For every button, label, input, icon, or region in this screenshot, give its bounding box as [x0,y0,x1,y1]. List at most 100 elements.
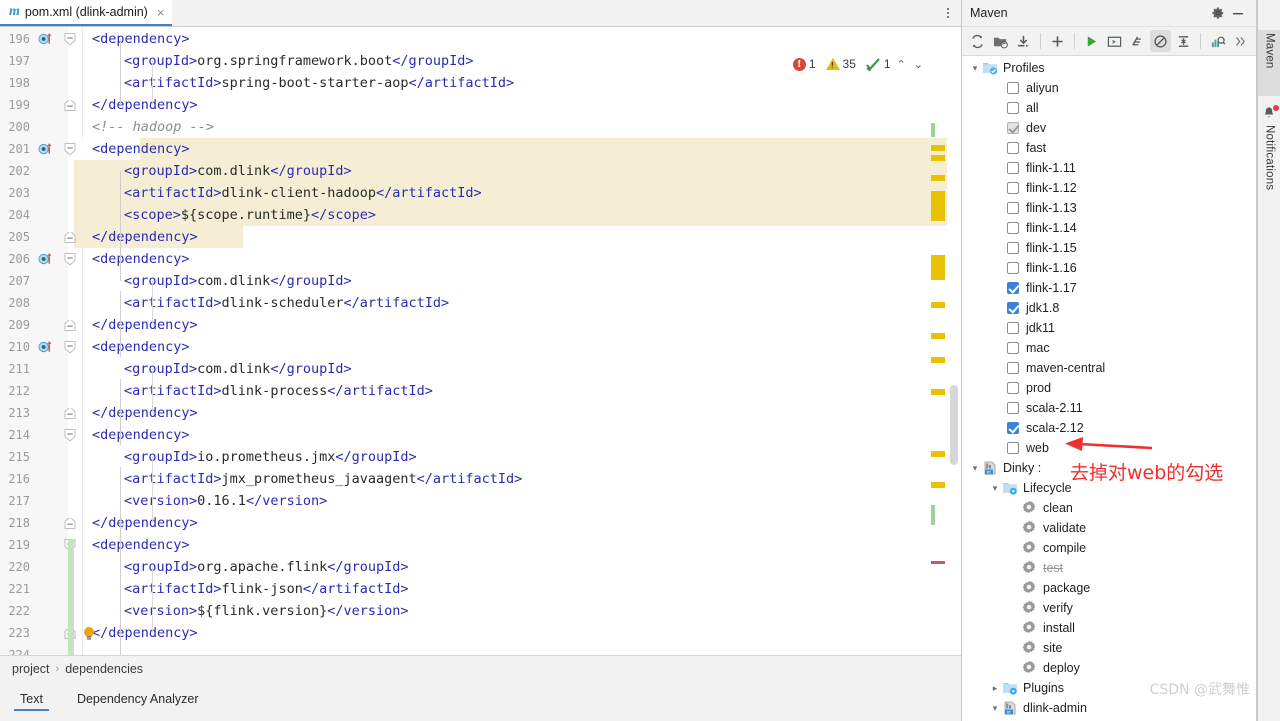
profile-checkbox-web[interactable] [1007,442,1019,454]
fold-collapse-icon[interactable] [64,33,76,45]
editor-options-kebab-icon[interactable] [947,0,949,26]
skip-tests-button[interactable] [1150,30,1171,52]
close-icon[interactable]: × [157,5,165,20]
profile-item-flink-1.17[interactable]: flink-1.17 [962,278,1256,298]
profile-checkbox-flink-1.17[interactable] [1007,282,1019,294]
stripe-marker[interactable] [931,175,945,181]
profile-checkbox-flink-1.14[interactable] [1007,222,1019,234]
profile-item-aliyun[interactable]: aliyun [962,78,1256,98]
code-line[interactable]: 215<groupId>io.prometheus.jmx</groupId> [0,446,961,468]
warning-count[interactable]: 35 [826,57,856,71]
lifecycle-goal-validate[interactable]: validate [962,518,1256,538]
tree-expander-icon[interactable]: ▾ [988,703,1002,714]
sidebar-item-notifications[interactable]: Notifications [1258,104,1280,224]
fold-end-icon[interactable] [64,232,76,244]
code-line[interactable]: 201<dependency> [0,138,961,160]
profile-item-flink-1.11[interactable]: flink-1.11 [962,158,1256,178]
maven-tree[interactable]: ▾Profilesaliyunalldevfastflink-1.11 flink… [962,56,1256,721]
stripe-marker[interactable] [931,451,945,457]
stripe-marker[interactable] [931,482,945,488]
profile-checkbox-jdk11[interactable] [1007,322,1019,334]
tree-node-profiles[interactable]: ▾Profiles [962,58,1256,78]
dependency-nav-icon[interactable] [38,252,53,267]
lifecycle-goal-compile[interactable]: compile [962,538,1256,558]
stripe-marker[interactable] [931,505,935,525]
stripe-marker[interactable] [931,255,945,280]
stripe-marker[interactable] [931,191,945,221]
code-line[interactable]: 217<version>0.16.1</version> [0,490,961,512]
code-line[interactable]: 216<artifactId>jmx_prometheus_javaagent<… [0,468,961,490]
breadcrumb-item-project[interactable]: project [12,662,50,676]
code-line[interactable]: 223</dependency> [0,622,961,644]
lifecycle-goal-package[interactable]: package [962,578,1256,598]
code-line[interactable]: 203<artifactId>dlink-client-hadoop</arti… [0,182,961,204]
profile-item-fast[interactable]: fast [962,138,1256,158]
error-stripe[interactable] [931,27,947,655]
fold-collapse-icon[interactable] [64,429,76,441]
scrollbar-thumb[interactable] [950,385,958,465]
dependency-nav-icon[interactable] [38,32,53,47]
profile-item-maven-central[interactable]: maven-central [962,358,1256,378]
editor-tab-pom-xml[interactable]: m pom.xml (dlink-admin) × [0,0,172,26]
code-line[interactable]: 198<artifactId>spring-boot-starter-aop</… [0,72,961,94]
collapse-all-button[interactable] [1173,30,1194,52]
tab-dependency-analyzer[interactable]: Dependency Analyzer [71,688,205,714]
code-line[interactable]: 212<artifactId>dlink-process</artifactId… [0,380,961,402]
fold-end-icon[interactable] [64,100,76,112]
dependency-nav-icon[interactable] [38,142,53,157]
code-line[interactable]: 204<scope>${scope.runtime}</scope> [0,204,961,226]
lifecycle-goal-test[interactable]: test [962,558,1256,578]
stripe-marker[interactable] [931,561,945,564]
tree-expander-icon[interactable]: ▾ [968,63,982,74]
code-editor[interactable]: 196<dependency>197<groupId>org.springfra… [0,27,961,655]
code-line[interactable]: 196<dependency> [0,28,961,50]
code-line[interactable]: 221<artifactId>flink-json</artifactId> [0,578,961,600]
profile-item-scala-2.11[interactable]: scala-2.11 [962,398,1256,418]
code-line[interactable]: 200<!-- hadoop --> [0,116,961,138]
intention-bulb-icon[interactable] [82,626,96,642]
profile-checkbox-dev[interactable] [1007,122,1019,134]
profile-checkbox-scala-2.11[interactable] [1007,402,1019,414]
profile-checkbox-aliyun[interactable] [1007,82,1019,94]
download-sources-button[interactable] [1013,30,1034,52]
tree-node-dlink-admin[interactable]: ▾mdlink-admin [962,698,1256,718]
lifecycle-goal-site[interactable]: site [962,638,1256,658]
fold-end-icon[interactable] [64,518,76,530]
profile-item-jdk1.8[interactable]: jdk1.8 [962,298,1256,318]
sidebar-item-maven[interactable]: Maven [1258,30,1280,96]
profile-item-all[interactable]: all [962,98,1256,118]
profile-checkbox-flink-1.11[interactable] [1007,162,1019,174]
lifecycle-goal-verify[interactable]: verify [962,598,1256,618]
fold-collapse-icon[interactable] [64,341,76,353]
tab-text[interactable]: Text [14,688,49,714]
stripe-marker[interactable] [931,333,945,339]
profile-item-flink-1.15[interactable]: flink-1.15 [962,238,1256,258]
code-line[interactable]: 199</dependency> [0,94,961,116]
show-dependencies-button[interactable] [1207,30,1228,52]
breadcrumb-item-dependencies[interactable]: dependencies [65,662,143,676]
profile-checkbox-flink-1.12[interactable] [1007,182,1019,194]
previous-problem-icon[interactable]: ⌃ [895,58,908,71]
profile-checkbox-flink-1.15[interactable] [1007,242,1019,254]
profile-item-dev[interactable]: dev [962,118,1256,138]
code-line[interactable]: 205</dependency> [0,226,961,248]
code-line[interactable]: 209</dependency> [0,314,961,336]
fold-collapse-icon[interactable] [64,143,76,155]
check-count[interactable]: 1 [866,57,891,71]
toggle-offline-mode-button[interactable] [1127,30,1148,52]
profile-item-flink-1.13[interactable]: flink-1.13 [962,198,1256,218]
tree-expander-icon[interactable]: ▸ [988,683,1002,694]
vcs-change-marker[interactable] [68,539,74,655]
lifecycle-goal-deploy[interactable]: deploy [962,658,1256,678]
stripe-marker[interactable] [931,357,945,363]
inspection-widget[interactable]: ! 1 35 1 ⌃ ⌄ [793,57,925,71]
code-line[interactable]: 208<artifactId>dlink-scheduler</artifact… [0,292,961,314]
stripe-marker[interactable] [931,302,945,308]
fold-end-icon[interactable] [64,320,76,332]
fold-collapse-icon[interactable] [64,253,76,265]
more-toolbar-button[interactable] [1230,30,1251,52]
dependency-nav-icon[interactable] [38,340,53,355]
code-line[interactable]: 207<groupId>com.dlink</groupId> [0,270,961,292]
fold-end-icon[interactable] [64,408,76,420]
code-line[interactable]: 224 [0,644,961,655]
